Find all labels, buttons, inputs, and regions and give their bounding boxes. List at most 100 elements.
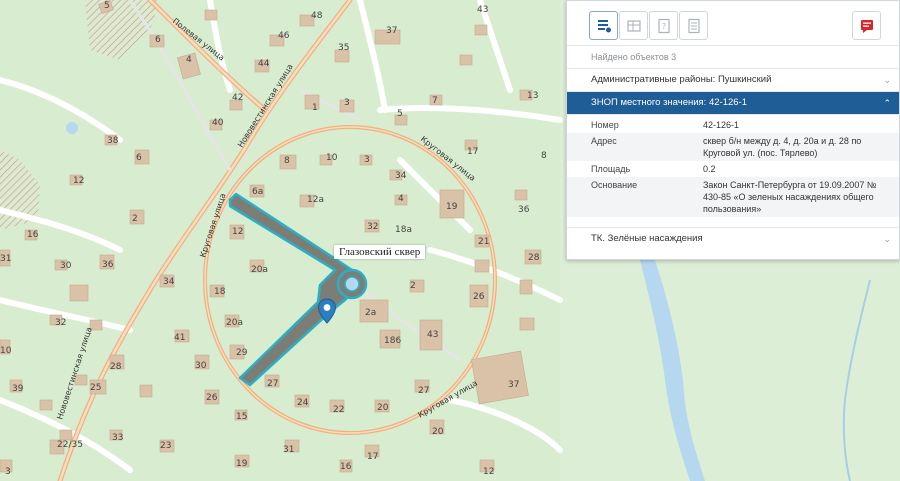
bld-num: 34: [395, 171, 407, 181]
bld-num: 5: [397, 109, 403, 119]
panel-toolbar: ?: [567, 1, 899, 46]
bld-num: 2a: [365, 308, 376, 318]
detail-row: Основание Закон Санкт-Петербурга от 19.0…: [567, 177, 899, 217]
bld-num: 15: [236, 412, 247, 422]
bld-num: 44: [258, 59, 270, 69]
bld-num: 16: [340, 462, 352, 472]
bld-num: 22/35: [57, 440, 83, 450]
bld-num: 12: [232, 227, 243, 237]
location-pin-icon[interactable]: [317, 298, 337, 324]
bld-num: 3: [364, 155, 370, 165]
bld-num: 20a: [226, 318, 243, 328]
bld-num: 16: [27, 230, 39, 240]
bld-num: 19: [236, 459, 248, 469]
bld-num: 36: [518, 205, 530, 215]
bld-num: 19: [446, 202, 458, 212]
document-icon: [687, 18, 700, 33]
bld-num: 29: [236, 348, 248, 358]
bld-num: 17: [467, 147, 478, 157]
bld-num: 18: [214, 287, 226, 297]
bld-num: 32: [55, 318, 66, 328]
details-table: Номер 42-126-1 Адрес сквер б/н между д. …: [567, 115, 899, 221]
info-panel: ? Найдено объектов 3 Административные ра…: [566, 0, 900, 260]
bld-num: 21: [478, 237, 489, 247]
report-button[interactable]: [852, 11, 881, 40]
bld-num: 24: [297, 398, 309, 408]
bld-num: 27: [267, 379, 278, 389]
bld-num: 6: [155, 35, 161, 45]
detail-value: 42-126-1: [703, 120, 740, 130]
chevron-down-icon: ⌄: [883, 75, 891, 85]
chevron-down-icon: ⌄: [883, 234, 891, 244]
bld-num: 1: [312, 103, 318, 113]
bld-num: 26: [473, 292, 485, 302]
bld-num: 43: [427, 330, 438, 340]
bld-num: 28: [110, 362, 122, 372]
bld-num: 32: [367, 222, 378, 232]
bld-num: 3: [5, 467, 11, 477]
detail-label: Адрес: [591, 136, 617, 146]
detail-label: Площадь: [591, 164, 631, 174]
poi-label: Глазовский сквер: [334, 245, 426, 259]
bld-num: 13: [527, 91, 538, 101]
bld-num: 3: [344, 98, 350, 108]
chevron-up-icon: ⌃: [883, 98, 891, 108]
bld-num: 37: [508, 380, 519, 390]
pond: [66, 122, 78, 134]
bld-num: 31: [0, 254, 11, 264]
section-label: ТК. Зелёные насаждения: [591, 233, 703, 244]
section-green-plantings[interactable]: ТК. Зелёные насаждения ⌄: [567, 227, 899, 250]
bld-num: 22: [333, 405, 344, 415]
layers-table-button[interactable]: [619, 11, 648, 40]
bld-num: 20: [432, 427, 444, 437]
bld-num: 40: [212, 118, 224, 128]
bld-num: 39: [12, 384, 24, 394]
section-admin-districts[interactable]: Административные районы: Пушкинский ⌄: [567, 69, 899, 92]
section-label: ЗНОП местного значения: 42-126-1: [591, 97, 747, 108]
list-details-button[interactable]: [589, 11, 618, 40]
detail-value: Закон Санкт-Петербурга от 19.09.2007 № 4…: [703, 180, 877, 214]
detail-value: 0.2: [703, 164, 716, 174]
bld-num: 37: [386, 26, 397, 36]
bld-num: 2: [132, 214, 138, 224]
question-doc-icon: ?: [657, 18, 670, 33]
bld-num: 46: [278, 31, 290, 41]
bld-num: 26: [206, 393, 218, 403]
section-znop[interactable]: ЗНОП местного значения: 42-126-1 ⌃: [567, 92, 899, 115]
bld-num: 48: [311, 11, 323, 21]
detail-value: сквер б/н между д. 4, д. 20а и д. 28 по …: [703, 136, 862, 158]
bld-num: 5: [104, 1, 110, 11]
section-label: Административные районы: Пушкинский: [591, 74, 772, 85]
report-icon: [860, 19, 873, 33]
bld-num: 36: [102, 260, 114, 270]
detail-row: Адрес сквер б/н между д. 4, д. 20а и д. …: [567, 133, 899, 161]
bld-num: 186: [384, 336, 401, 346]
document-button[interactable]: [679, 11, 708, 40]
bld-num: 4: [398, 194, 404, 204]
bld-num: 35: [338, 43, 349, 53]
bld-num: 10: [326, 153, 338, 163]
bld-num: 12: [73, 176, 84, 186]
bld-num: 42: [232, 93, 243, 103]
bld-num: 7: [432, 96, 438, 106]
found-count: Найдено объектов 3: [567, 46, 899, 69]
bld-num: 33: [112, 433, 123, 443]
list-details-icon: [597, 19, 611, 32]
bld-num: 17: [367, 452, 378, 462]
bld-num: 8: [284, 156, 290, 166]
detail-label: Номер: [591, 120, 619, 130]
bld-num: 8: [541, 151, 547, 161]
bld-num: 6: [136, 153, 142, 163]
bld-num: 30: [195, 361, 207, 371]
bld-num: 18a: [395, 225, 412, 235]
bld-num: 28: [528, 253, 540, 263]
bld-num: 2: [410, 281, 416, 291]
bld-num: 20: [377, 403, 389, 413]
bld-num: 6a: [252, 187, 263, 197]
bld-num: 12a: [307, 195, 324, 205]
bld-num: 12: [483, 467, 494, 477]
bld-num: 10: [0, 346, 12, 356]
question-doc-button[interactable]: ?: [649, 11, 678, 40]
layers-table-icon: [626, 19, 641, 32]
detail-row: Номер 42-126-1: [567, 117, 899, 133]
